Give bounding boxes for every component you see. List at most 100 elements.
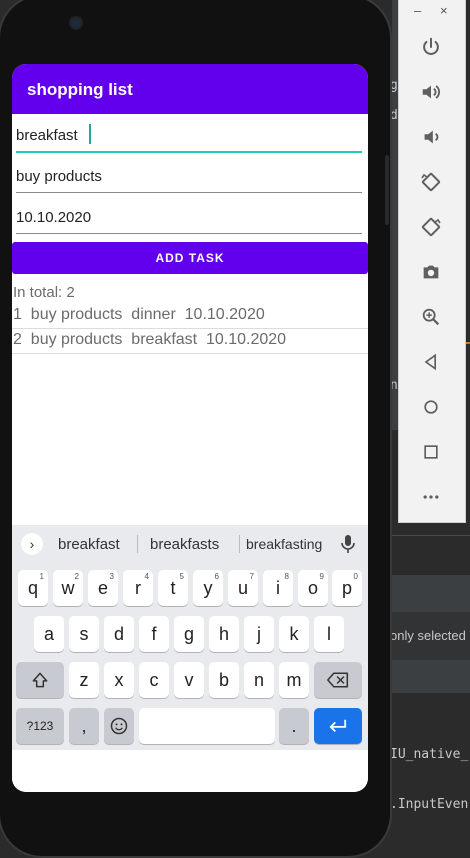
key-s[interactable]: s — [69, 616, 99, 652]
field-underline — [16, 151, 362, 153]
add-task-button[interactable]: ADD TASK — [12, 242, 368, 274]
emoji-icon — [110, 717, 128, 735]
field-underline — [16, 233, 362, 234]
ide-divider — [392, 535, 470, 536]
enter-icon — [329, 719, 347, 733]
backspace-key[interactable] — [314, 662, 362, 698]
key-d[interactable]: d — [104, 616, 134, 652]
key-label: i — [276, 577, 280, 598]
total-count: In total: 2 — [13, 284, 75, 301]
task-row[interactable]: 1 buy products dinner 10.10.2020 — [12, 304, 368, 329]
rotate-right-icon[interactable] — [417, 213, 445, 241]
ide-log-text: IU_native_ — [390, 747, 469, 762]
key-q[interactable]: q1 — [18, 570, 48, 606]
key-label: e — [97, 577, 108, 598]
back-icon[interactable] — [417, 348, 445, 376]
key-y[interactable]: y6 — [193, 570, 223, 606]
key-hint: 0 — [353, 572, 358, 581]
key-f[interactable]: f — [139, 616, 169, 652]
phone-side-button — [385, 155, 389, 225]
overview-icon[interactable] — [417, 438, 445, 466]
enter-key[interactable] — [314, 708, 362, 744]
key-hint: 8 — [284, 572, 289, 581]
period-key[interactable]: . — [279, 708, 309, 744]
key-hint: 3 — [109, 572, 114, 581]
key-i[interactable]: i8 — [263, 570, 293, 606]
key-z[interactable]: z — [69, 662, 99, 698]
key-r[interactable]: r4 — [123, 570, 153, 606]
text-cursor — [89, 124, 91, 144]
task-text: 1 buy products dinner 10.10.2020 — [13, 306, 265, 323]
zoom-icon[interactable] — [417, 303, 445, 331]
key-hint: 7 — [249, 572, 254, 581]
key-hint: 5 — [179, 572, 184, 581]
key-p[interactable]: p0 — [332, 570, 362, 606]
key-g[interactable]: g — [174, 616, 204, 652]
suggestion-divider — [239, 535, 240, 553]
key-n[interactable]: n — [244, 662, 274, 698]
suggestion-item[interactable]: breakfast — [58, 536, 120, 553]
rotate-left-icon[interactable] — [417, 168, 445, 196]
front-camera-icon — [71, 18, 81, 28]
meal-input[interactable] — [16, 120, 362, 150]
task-text: 2 buy products breakfast 10.10.2020 — [13, 331, 287, 348]
shift-key[interactable] — [16, 662, 64, 698]
ide-option-text[interactable]: only selected — [390, 628, 466, 643]
date-input[interactable] — [16, 202, 362, 232]
volume-down-icon[interactable] — [417, 123, 445, 151]
key-label: t — [170, 577, 176, 598]
task-row[interactable]: 2 buy products breakfast 10.10.2020 — [12, 329, 368, 354]
key-a[interactable]: a — [34, 616, 64, 652]
key-h[interactable]: h — [209, 616, 239, 652]
symbols-key[interactable]: ?123 — [16, 708, 64, 744]
navigation-area — [12, 750, 368, 792]
key-hint: 9 — [319, 572, 324, 581]
key-label: q — [27, 577, 38, 598]
key-label: w — [61, 577, 75, 598]
key-u[interactable]: u7 — [228, 570, 258, 606]
key-m[interactable]: m — [279, 662, 309, 698]
more-icon[interactable] — [417, 483, 445, 511]
key-l[interactable]: l — [314, 616, 344, 652]
key-o[interactable]: o9 — [298, 570, 328, 606]
suggestion-item[interactable]: breakfasting — [246, 536, 322, 552]
key-j[interactable]: j — [244, 616, 274, 652]
chevron-right-icon[interactable]: › — [21, 533, 43, 555]
date-field[interactable] — [16, 202, 362, 234]
key-k[interactable]: k — [279, 616, 309, 652]
key-e[interactable]: e3 — [88, 570, 118, 606]
task-input[interactable] — [16, 161, 362, 191]
key-b[interactable]: b — [209, 662, 239, 698]
key-t[interactable]: t5 — [158, 570, 188, 606]
key-v[interactable]: v — [174, 662, 204, 698]
key-label: p — [341, 577, 352, 598]
camera-icon[interactable] — [417, 258, 445, 286]
key-label: o — [307, 577, 318, 598]
key-c[interactable]: c — [139, 662, 169, 698]
home-icon[interactable] — [417, 393, 445, 421]
volume-up-icon[interactable] — [417, 78, 445, 106]
breakfast-field[interactable] — [16, 120, 362, 153]
app-bar: shopping list — [12, 64, 368, 114]
suggestion-item[interactable]: breakfasts — [150, 536, 219, 553]
shift-icon — [32, 672, 48, 688]
microphone-icon[interactable] — [340, 534, 356, 559]
field-underline — [16, 192, 362, 193]
space-key[interactable] — [139, 708, 275, 744]
app-title: shopping list — [27, 80, 133, 99]
key-x[interactable]: x — [104, 662, 134, 698]
key-label: u — [237, 577, 248, 598]
ide-log-text: .InputEven — [390, 797, 469, 812]
minimize-button[interactable]: – — [414, 3, 421, 18]
close-button[interactable]: × — [440, 3, 448, 18]
key-w[interactable]: w2 — [53, 570, 83, 606]
key-label: y — [203, 577, 213, 598]
suggestion-divider — [137, 535, 138, 553]
emoji-key[interactable] — [104, 708, 134, 744]
products-field[interactable] — [16, 161, 362, 193]
emulator-toolbar: – × — [398, 0, 466, 523]
power-icon[interactable] — [417, 33, 445, 61]
comma-key[interactable]: , — [69, 708, 99, 744]
backspace-icon — [327, 672, 349, 688]
key-hint: 6 — [214, 572, 219, 581]
